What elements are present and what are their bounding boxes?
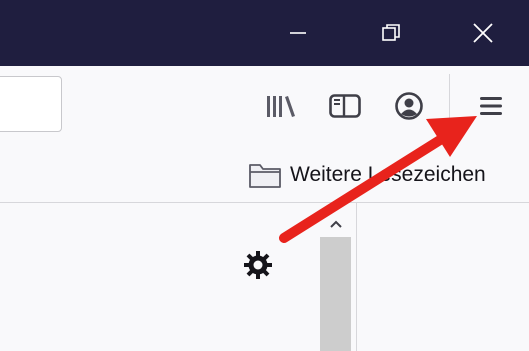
url-bar[interactable] [0,76,62,132]
settings-button[interactable] [240,247,276,283]
minimize-button[interactable] [275,0,321,66]
library-icon [267,96,295,117]
bookmarks-toolbar: Weitere Lesezeichen [0,148,529,202]
account-button[interactable] [391,88,427,124]
open-menu-button[interactable] [473,88,509,124]
vertical-scrollbar[interactable] [320,211,351,351]
scrollbar-thumb[interactable] [320,237,351,351]
hamburger-menu-icon [480,97,502,115]
other-bookmarks-button[interactable]: Weitere Lesezeichen [248,158,486,192]
sidebar-button[interactable] [327,88,363,124]
folder-icon [249,164,281,188]
toolbar-separator [449,74,450,138]
content-area [0,203,529,351]
other-bookmarks-label: Weitere Lesezeichen [290,163,486,186]
navigation-toolbar [0,66,529,148]
gear-icon [244,251,272,279]
close-button[interactable] [460,0,506,66]
minimize-icon [290,32,306,34]
account-icon [395,92,423,120]
title-bar [0,0,529,66]
close-icon [473,23,493,43]
restore-icon [382,24,400,41]
library-button[interactable] [263,88,299,124]
sidebar-icon [329,94,361,118]
restore-button[interactable] [368,0,414,66]
scroll-up-button[interactable] [320,211,351,237]
chevron-up-icon [329,220,342,228]
content-separator [356,203,357,351]
